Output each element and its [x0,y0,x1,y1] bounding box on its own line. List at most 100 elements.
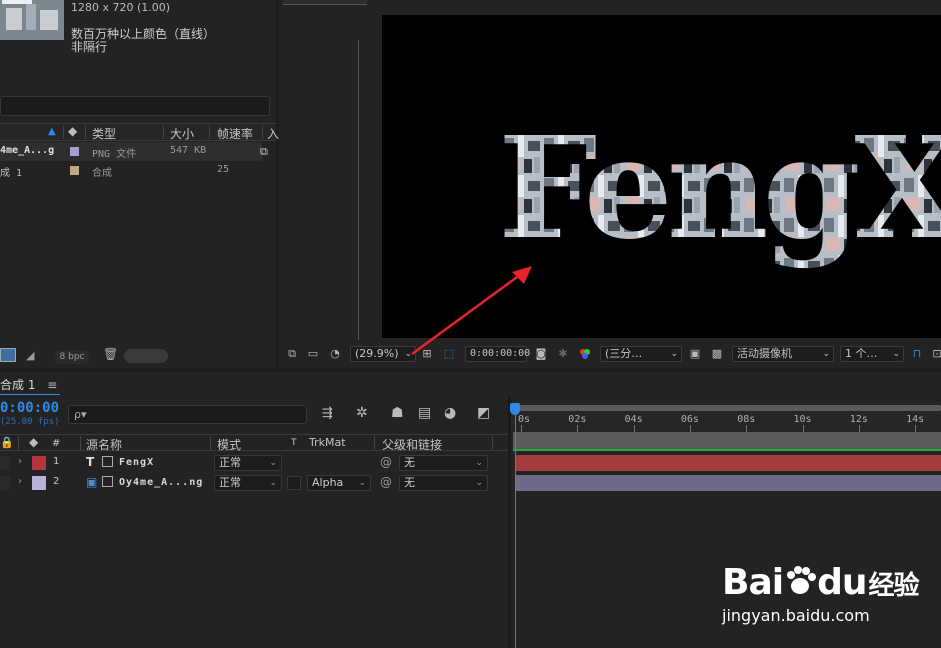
timeline-search-input[interactable]: ρ▾ [68,405,307,424]
resolution-dropdown[interactable]: (三分… ⌄ [600,346,682,362]
baidu-watermark: Bai du经验 jingyan.baidu.com [722,548,937,638]
parent-dropdown[interactable]: 无 ⌄ [399,455,488,471]
current-time[interactable]: 0:00:00 [0,400,59,416]
footage-info: 1280 x 720 (1.00) 数百万种以上颜色（直线） 非隔行 [71,1,215,54]
bpc-button[interactable]: 8 bpc [54,350,90,364]
ruler-tick-label: 02s [568,414,587,425]
toggle-transparency-icon[interactable]: ▩ [710,347,724,361]
preserve-transparency-toggle[interactable] [287,476,301,490]
mode-dropdown[interactable]: 正常 ⌄ [214,455,282,471]
layer-name[interactable]: FengX [119,457,154,468]
brand-part: 经验 [868,571,919,601]
parent-dropdown[interactable]: 无 ⌄ [399,475,488,491]
draft-3d-icon[interactable]: ✲ [356,405,368,421]
col-trkmat[interactable]: TrkMat [309,436,346,449]
timeline-divider[interactable] [508,396,511,648]
view-layout-value: 1 个… [845,347,878,360]
fast-preview-icon[interactable]: ▣ [688,347,702,361]
visibility-toggle[interactable] [0,476,10,490]
project-item-name: 成 1 [0,168,23,179]
project-item-row[interactable]: 成 1 合成 25 [0,161,262,180]
interpret-footage-icon[interactable] [0,348,16,362]
label-swatch[interactable] [70,166,79,175]
playhead-handle[interactable] [510,403,520,415]
pixel-aspect-icon[interactable]: ⊓ [910,347,924,361]
layer-column-header: 🔒 ◆ # 源名称 模式 T TrkMat 父级和链接 [0,434,508,453]
layer-type-icon [102,476,113,487]
graph-editor-icon[interactable]: ◩ [477,405,490,421]
col-t[interactable]: T [291,438,297,448]
layer-label-color[interactable] [32,476,46,490]
text-layer-icon: T [86,455,95,469]
layer-row[interactable]: › 1 T FengX 正常 ⌄ @ 无 ⌄ [0,453,508,473]
pickwhip-icon[interactable]: @ [380,455,392,469]
col-extra[interactable]: 入 [267,125,279,142]
snapshot-layers-icon[interactable]: ⧉ [285,347,299,361]
col-parent[interactable]: 父级和链接 [382,436,442,453]
col-mode[interactable]: 模式 [217,436,241,453]
playhead-line[interactable] [515,404,516,648]
show-snapshot-icon[interactable]: ✱ [556,347,570,361]
project-column-header: ▲ ◆ 类型 大小 帧速率 入 [0,123,279,142]
ruler-tick-mark [802,425,804,432]
project-panel [0,0,276,368]
project-search-input[interactable] [0,96,270,116]
work-area-bar[interactable] [513,405,941,411]
col-framerate[interactable]: 帧速率 [217,125,253,142]
new-folder-icon[interactable]: ◢ [26,349,34,362]
ruler-tick-label: 0s [518,414,531,425]
channel-icon[interactable] [578,347,592,361]
expand-arrow-icon[interactable]: › [18,456,22,467]
panel-menu-icon[interactable]: ≡ [47,378,57,392]
comp-flowchart-icon[interactable]: ⇶ [322,406,333,421]
visibility-toggle[interactable] [0,456,10,470]
mode-dropdown[interactable]: 正常 ⌄ [214,475,282,491]
zoom-value: (29.9%) [355,347,399,360]
monitor-icon[interactable]: ▭ [306,347,320,361]
view-layout-dropdown[interactable]: 1 个… ⌄ [840,346,904,362]
viewer-tab[interactable] [283,0,367,5]
rgb-channel-icon [580,349,590,359]
brand-part: Bai [722,562,784,603]
mode-value: 正常 [219,476,241,489]
sort-arrow-icon[interactable]: ▲ [48,126,56,137]
project-item-row[interactable]: 4me_A...g PNG 文件 547 KB [0,142,262,161]
ruler-tick-label: 14s [906,414,925,425]
layer-duration-bar[interactable] [516,455,941,471]
col-type[interactable]: 类型 [92,125,116,142]
layer-row[interactable]: › 2 ▣ Oy4me_A...ng 正常 ⌄ Alpha ⌄ @ 无 ⌄ [0,473,508,493]
hierarchy-icon[interactable]: ⧉ [260,145,268,159]
trash-icon[interactable]: 🗑 [103,347,118,361]
tab-composition-label: 合成 1 [0,378,36,392]
shy-layers-icon[interactable]: ☗ [391,405,404,421]
camera-dropdown[interactable]: 活动摄像机 ⌄ [732,346,834,362]
watermark-brand: Bai du经验 [722,562,920,603]
col-source-name[interactable]: 源名称 [86,436,122,453]
label-tag-icon[interactable]: ◆ [29,435,38,449]
pickwhip-icon[interactable]: @ [380,475,392,489]
mask-icon[interactable]: ◔ [328,347,342,361]
camera-value: 活动摄像机 [737,347,792,360]
trkmat-dropdown[interactable]: Alpha ⌄ [307,475,371,491]
ruler-tick-label: 06s [680,414,699,425]
frame-blending-icon[interactable]: ▤ [418,405,431,421]
col-number[interactable]: # [52,438,60,449]
label-tag-icon[interactable]: ◆ [68,124,77,138]
parent-value: 无 [404,456,415,469]
layer-type-icon [102,456,113,467]
lock-icon[interactable]: 🔒 [0,436,14,449]
label-swatch[interactable] [70,147,79,156]
project-scrollbar[interactable] [124,349,168,363]
layer-duration-bar[interactable] [516,475,941,491]
ruler-tick-label: 10s [793,414,812,425]
layer-label-color[interactable] [32,456,46,470]
tab-composition[interactable]: 合成 1 ≡ [0,376,57,393]
col-size[interactable]: 大小 [170,125,194,142]
motion-blur-icon[interactable]: ◕ [444,405,456,421]
parent-value: 无 [404,476,415,489]
layer-name[interactable]: Oy4me_A...ng [119,477,203,488]
project-item-name: 4me_A...g [0,145,55,156]
chevron-down-icon: ⌄ [892,349,900,359]
expand-arrow-icon[interactable]: › [18,476,22,487]
flowchart-icon[interactable]: ⊡ [930,347,941,361]
